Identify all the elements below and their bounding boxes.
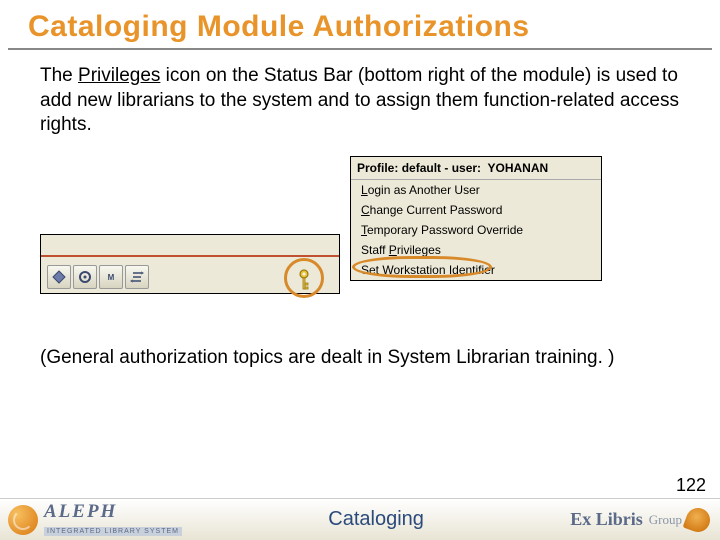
direction-icon[interactable] [47,265,71,289]
statusbar-divider [41,255,339,257]
intro-prefix: The [40,65,78,86]
aleph-logo-text: ALEPH [44,502,182,521]
screenshot-diagram: M Profile: default - user: YOHANAN Login… [40,156,680,336]
privileges-menu: Profile: default - user: YOHANAN Login a… [350,156,602,281]
menu-user-label: user: [452,161,481,175]
menu-item-login-another[interactable]: Login as Another User [351,180,601,200]
menu-item-workstation-id[interactable]: Set Workstation Identifier [351,260,601,280]
menu-item-temp-override[interactable]: Temporary Password Override [351,220,601,240]
key-icon[interactable] [288,264,320,296]
footer-center-label: Cataloging [182,508,570,531]
menu-profile-value: default [402,161,441,175]
slide-title: Cataloging Module Authorizations [28,10,692,44]
footer-right-logo: Ex Libris Group [570,508,720,532]
exlibris-logo-text: Ex Libris [570,509,643,530]
menu-item-label: ogin as Another User [368,183,480,197]
menu-profile-label: Profile: [357,161,398,175]
marc-icon[interactable]: M [99,265,123,289]
menu-item-staff-privileges[interactable]: Staff Privileges [351,240,601,260]
page-number: 122 [676,475,706,496]
gear-icon[interactable] [73,265,97,289]
intro-underlined-word: Privileges [78,65,160,86]
statusbar-icon-row: M [47,265,149,289]
exlibris-sub: Group [649,512,682,528]
menu-item-label: hange Current Password [370,203,503,217]
footer-bar: ALEPH INTEGRATED LIBRARY SYSTEM Catalogi… [0,498,720,540]
menu-header: Profile: default - user: YOHANAN [351,157,601,180]
menu-item-label: emporary Password Override [367,223,523,237]
exlibris-swoosh-icon [683,504,714,535]
intro-paragraph: The Privileges icon on the Status Bar (b… [0,50,720,146]
lower-note: (General authorization topics are dealt … [0,336,720,371]
reorder-icon[interactable] [125,265,149,289]
footer-left-logo: ALEPH INTEGRATED LIBRARY SYSTEM [0,502,182,537]
menu-user-value: YOHANAN [488,161,549,175]
menu-item-change-password[interactable]: Change Current Password [351,200,601,220]
globe-icon [8,505,38,535]
aleph-subtitle: INTEGRATED LIBRARY SYSTEM [44,527,182,536]
